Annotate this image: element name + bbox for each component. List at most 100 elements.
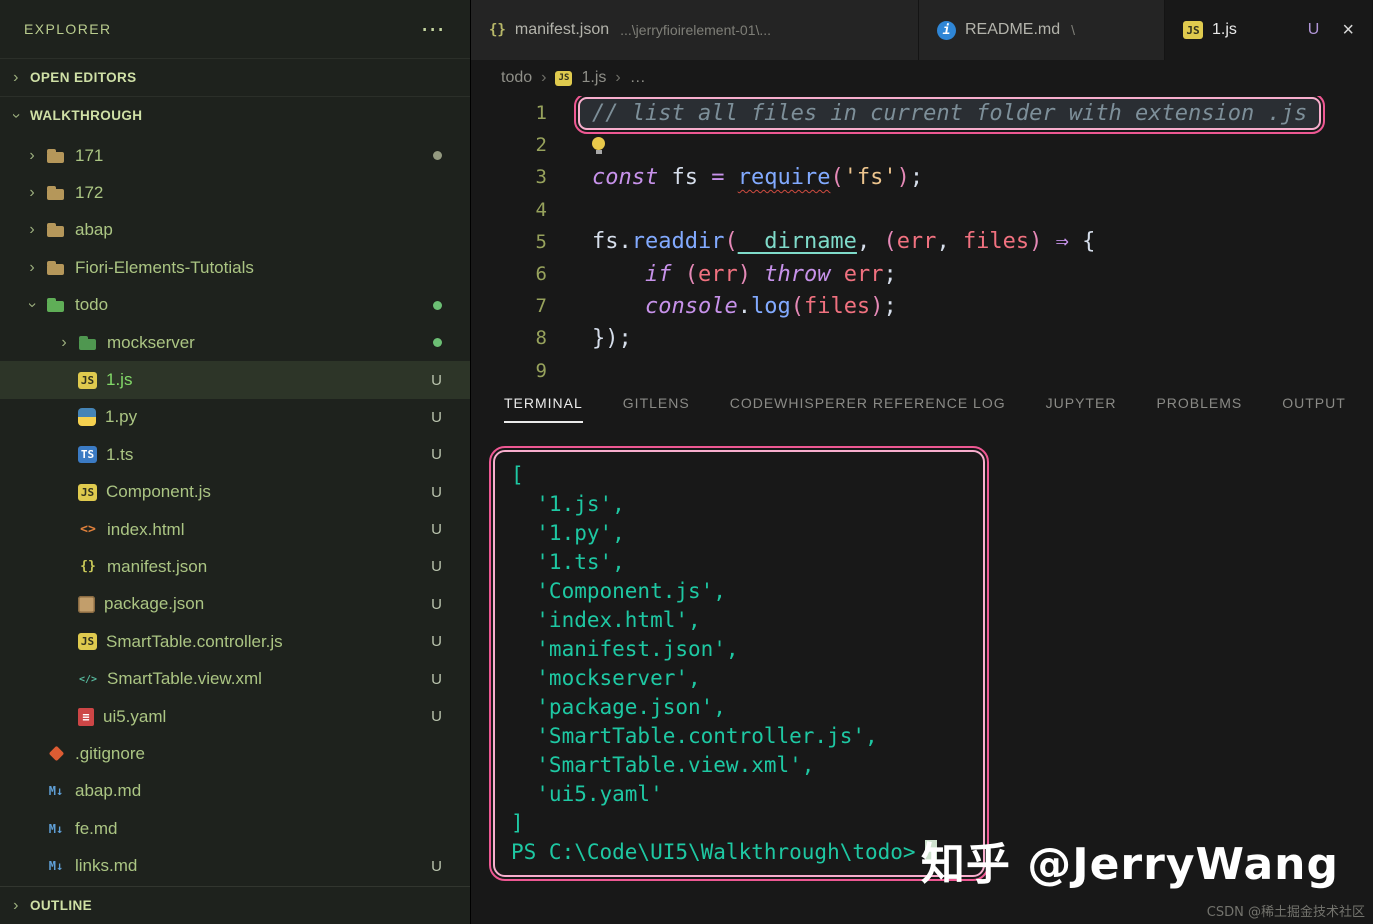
panel-tab-jupyter[interactable]: JUPYTER — [1046, 381, 1117, 423]
tab-1.js[interactable]: JS 1.js U × — [1165, 0, 1373, 60]
tree-item-label: 171 — [75, 145, 104, 165]
folder-icon — [78, 333, 98, 353]
folder-icon — [46, 220, 66, 240]
line-content: const fs = require('fs'); — [592, 164, 924, 190]
terminal-line: 'index.html', — [511, 608, 701, 632]
tree-item-SmartTable.controller.js[interactable]: JS SmartTable.controller.js U — [0, 623, 470, 660]
tree-item-label: manifest.json — [107, 556, 208, 576]
tree-item-ui5.yaml[interactable]: ≡ ui5.yaml U — [0, 698, 470, 735]
tree-item-171[interactable]: › 171 — [0, 137, 470, 174]
editor-area: {} manifest.json ...\jerryfioirelement-01\… — [471, 0, 1373, 924]
tab-README.md[interactable]: i README.md \ — [919, 0, 1165, 60]
untracked-badge: U — [431, 371, 442, 389]
tree-item-1.ts[interactable]: TS 1.ts U — [0, 436, 470, 473]
untracked-badge: U — [431, 521, 442, 539]
terminal-line: 'manifest.json', — [511, 637, 739, 661]
panel-tab-codewhisperer-reference-log[interactable]: CODEWHISPERER REFERENCE LOG — [730, 381, 1006, 423]
breadcrumb-item-symbol[interactable]: … — [630, 69, 646, 87]
tree-item-links.md[interactable]: M↓ links.md U — [0, 847, 470, 884]
tree-item-label: 1.py — [105, 407, 138, 427]
tree-item-package.json[interactable]: package.json U — [0, 586, 470, 623]
chevron-right-icon: › — [13, 68, 19, 86]
tree-item-mockserver[interactable]: › mockserver — [0, 324, 470, 361]
tree-item-label: ui5.yaml — [103, 706, 167, 726]
line-content: if (err) throw err; — [644, 261, 897, 287]
code-line-8[interactable]: 8}); — [471, 322, 1373, 354]
tree-item-label: 172 — [75, 183, 104, 203]
tree-item-1.py[interactable]: 1.py U — [0, 399, 470, 436]
watermark-csdn: CSDN @稀土掘金技术社区 — [1206, 905, 1365, 920]
lightbulb-icon[interactable] — [592, 137, 605, 155]
chevron-right-icon: › — [61, 333, 67, 351]
tree-item-abap[interactable]: › abap — [0, 212, 470, 249]
tree-item-Fiori-Elements-Tutotials[interactable]: › Fiori-Elements-Tutotials — [0, 249, 470, 286]
chevron-right-icon: › — [13, 896, 19, 914]
tab-bar: {} manifest.json ...\jerryfioirelement-01\… — [471, 0, 1373, 60]
panel-tab-problems[interactable]: PROBLEMS — [1156, 381, 1242, 423]
explorer-title: EXPLORER — [24, 21, 112, 37]
line-content: }); — [592, 325, 632, 351]
section-label: OPEN EDITORS — [30, 70, 137, 85]
code-line-3[interactable]: 3 const fs = require('fs'); — [471, 161, 1373, 193]
tree-item-manifest.json[interactable]: {} manifest.json U — [0, 548, 470, 585]
tree-item-label: index.html — [107, 519, 185, 539]
tree-item-.gitignore[interactable]: .gitignore — [0, 735, 470, 772]
breadcrumb-item-todo[interactable]: todo — [501, 69, 532, 87]
untracked-badge: U — [431, 446, 442, 464]
folder-icon — [46, 146, 66, 166]
git-icon — [46, 744, 66, 764]
close-icon[interactable]: × — [1342, 19, 1354, 42]
code-line-2[interactable]: 2 — [471, 129, 1373, 161]
terminal-line: [ — [511, 463, 524, 487]
tree-item-label: todo — [75, 295, 109, 315]
code-line-5[interactable]: 5 fs.readdir(__dirname, (err, files) ⇒ { — [471, 226, 1373, 258]
code-line-1[interactable]: 1 // list all files in current folder wit… — [471, 96, 1373, 134]
chevron-down-icon: › — [8, 112, 25, 119]
section-label: WALKTHROUGH — [30, 108, 143, 123]
tree-item-todo[interactable]: › todo — [0, 287, 470, 324]
untracked-badge: U — [431, 408, 442, 426]
vscode-window: EXPLORER ⋯ › OPEN EDITORS › WALKTHROUGH … — [0, 0, 1373, 924]
breadcrumb-item-file[interactable]: 1.js — [581, 69, 606, 87]
tree-item-label: abap.md — [75, 781, 142, 801]
code-line-7[interactable]: 7 console.log(files); — [471, 290, 1373, 322]
folder-icon — [46, 183, 66, 203]
untracked-badge: U — [431, 708, 442, 726]
breadcrumb[interactable]: todo › JS 1.js › … — [471, 60, 1373, 96]
tab-manifest.json[interactable]: {} manifest.json ...\jerryfioirelement-01\… — [471, 0, 919, 60]
tree-item-1.js[interactable]: JS 1.js U — [0, 361, 470, 399]
chevron-right-icon: › — [29, 146, 35, 164]
terminal-line: '1.js', — [511, 492, 625, 516]
untracked-badge: U — [431, 483, 442, 501]
line-number: 7 — [535, 295, 547, 318]
tree-item-fe.md[interactable]: M↓ fe.md — [0, 810, 470, 847]
code-editor[interactable]: 1 // list all files in current folder wit… — [471, 96, 1373, 378]
line-content — [592, 133, 605, 158]
terminal-line: 'SmartTable.view.xml', — [511, 753, 815, 777]
tree-item-abap.md[interactable]: M↓ abap.md — [0, 773, 470, 810]
js-icon: JS — [78, 633, 97, 651]
section-open-editors[interactable]: › OPEN EDITORS — [0, 58, 470, 96]
yaml-icon: ≡ — [78, 707, 94, 726]
terminal-prompt-line[interactable]: PS C:\Code\UI5\Walkthrough\todo> — [511, 838, 969, 867]
explorer-sidebar: EXPLORER ⋯ › OPEN EDITORS › WALKTHROUGH … — [0, 0, 471, 924]
tree-item-Component.js[interactable]: JS Component.js U — [0, 474, 470, 511]
tree-item-172[interactable]: › 172 — [0, 174, 470, 211]
terminal-line: 'mockserver', — [511, 666, 701, 690]
views-and-more-actions-icon[interactable]: ⋯ — [421, 15, 446, 44]
panel-tab-output[interactable]: OUTPUT — [1282, 381, 1346, 423]
code-line-9[interactable]: 9 — [471, 355, 1373, 378]
modified-badge: U — [1307, 21, 1320, 38]
code-line-6[interactable]: 6 if (err) throw err; — [471, 258, 1373, 290]
panel-tab-terminal[interactable]: TERMINAL — [504, 381, 583, 423]
md-icon: M↓ — [48, 784, 64, 799]
tree-item-index.html[interactable]: <> index.html U — [0, 511, 470, 548]
code-line-4[interactable]: 4 — [471, 194, 1373, 226]
terminal-line: '1.py', — [511, 521, 625, 545]
panel-tab-gitlens[interactable]: GITLENS — [623, 381, 690, 423]
js-icon: JS — [78, 371, 97, 389]
tree-item-SmartTable.view.xml[interactable]: </> SmartTable.view.xml U — [0, 660, 470, 697]
section-outline[interactable]: › OUTLINE — [0, 886, 470, 924]
file-tree: › 171 › 172 › abap › Fiori-Elements-Tutotials › t… — [0, 134, 470, 886]
section-walkthrough[interactable]: › WALKTHROUGH — [0, 96, 470, 134]
